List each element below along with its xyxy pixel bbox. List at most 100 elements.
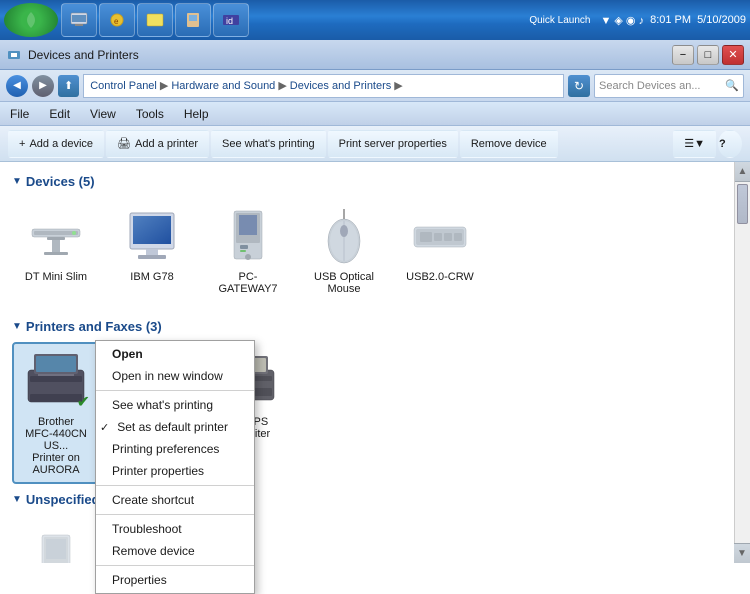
forward-button[interactable]: ▶ [32,75,54,97]
taskbar-btn-5[interactable]: id [213,3,249,37]
svg-text:e: e [114,17,119,26]
device-ibm-g78-icon [116,205,188,269]
printer-brother-label: BrotherMFC-440CN US...Printer onAURORA [20,416,92,476]
taskbar-btn-3[interactable] [137,3,173,37]
device-dt-mini-slim-label: DT Mini Slim [25,271,87,283]
device-usb20-crw-icon [404,205,476,269]
remove-device-button[interactable]: Remove device [460,130,558,158]
device-dt-mini-slim[interactable]: DT Mini Slim [12,197,100,303]
system-tray: ▼ ◈ ◉ ♪ [600,14,644,27]
devices-section-header[interactable]: ▼ Devices (5) [12,174,722,189]
close-button[interactable]: ✕ [722,45,744,65]
menu-view[interactable]: View [86,105,120,123]
ctx-sep-4 [96,565,254,566]
printers-section-label: Printers and Faxes (3) [26,319,162,334]
titlebar: Devices and Printers − □ ✕ [0,40,750,70]
window-title: Devices and Printers [28,48,139,62]
search-box[interactable]: Search Devices an... 🔍 [594,74,744,98]
device-pc-gateway7-label: PC-GATEWAY7 [212,271,284,295]
taskbar: e id Quick Launch ▼ ◈ ◉ ♪ 8:01 PM 5/10/2… [0,0,750,40]
maximize-button[interactable]: □ [697,45,719,65]
unspecified-chevron: ▼ [12,494,22,505]
printing-label: See what's printing [222,138,315,150]
device-usb20-crw-label: USB2.0-CRW [406,271,474,283]
window-icon [6,47,22,63]
add-printer-button[interactable]: 🖨 Add a printer [106,130,209,158]
print-server-properties-button[interactable]: Print server properties [328,130,458,158]
search-placeholder: Search Devices an... [599,80,725,92]
ctx-printer-properties[interactable]: Printer properties [96,460,254,482]
add-printer-label: Add a printer [135,138,198,150]
ctx-set-default[interactable]: Set as default printer [96,416,254,438]
back-button[interactable]: ◀ [6,75,28,97]
taskbar-right: Quick Launch ▼ ◈ ◉ ♪ 8:01 PM 5/10/2009 [529,14,746,27]
menu-help[interactable]: Help [180,105,213,123]
ctx-open-new-window[interactable]: Open in new window [96,365,254,387]
clock: 8:01 PM [650,14,691,26]
sep3: ▶ [394,79,402,92]
ctx-sep-1 [96,390,254,391]
device-ibm-g78[interactable]: IBM G78 [108,197,196,303]
help-button[interactable]: ? [718,130,742,158]
svg-text:id: id [226,16,233,26]
date: 5/10/2009 [697,14,746,26]
taskbar-btn-2[interactable]: e [99,3,135,37]
scrollbar[interactable]: ▲ ▼ [734,162,750,563]
taskbar-btn-4[interactable] [175,3,211,37]
start-button[interactable] [4,3,58,37]
add-device-label: Add a device [29,138,93,150]
sep2: ▶ [278,79,286,92]
unspecified-device[interactable]: Unknown [12,515,100,563]
devices-chevron: ▼ [12,176,22,187]
ctx-troubleshoot[interactable]: Troubleshoot [96,518,254,540]
menu-edit[interactable]: Edit [45,105,74,123]
device-usb-optical-mouse-icon [308,205,380,269]
device-dt-mini-slim-icon [20,205,92,269]
add-printer-icon: 🖨 [117,137,131,150]
add-device-icon: + [19,138,25,150]
window-controls: − □ ✕ [672,45,744,65]
printers-section-header[interactable]: ▼ Printers and Faxes (3) [12,319,722,334]
menu-tools[interactable]: Tools [132,105,168,123]
device-pc-gateway7-icon [212,205,284,269]
context-menu: Open Open in new window See what's print… [95,340,255,594]
server-label: Print server properties [339,138,447,150]
printer-brother-icon: ✔ [20,350,92,414]
address-bar: ◀ ▶ ⬆ Control Panel ▶ Hardware and Sound… [0,70,750,102]
minimize-button[interactable]: − [672,45,694,65]
breadcrumb[interactable]: Control Panel ▶ Hardware and Sound ▶ Dev… [83,74,564,98]
device-usb20-crw[interactable]: USB2.0-CRW [396,197,484,303]
breadcrumb-hardware: Hardware and Sound [171,80,275,92]
printers-chevron: ▼ [12,321,22,332]
ctx-create-shortcut[interactable]: Create shortcut [96,489,254,511]
printer-brother[interactable]: ✔ BrotherMFC-440CN US...Printer onAURORA [12,342,100,484]
devices-grid: DT Mini Slim IBM G78 [12,197,722,303]
taskbar-btn-1[interactable] [61,3,97,37]
ctx-properties[interactable]: Properties [96,569,254,591]
device-ibm-g78-label: IBM G78 [130,271,173,283]
view-options-button[interactable]: ☰▼ [673,130,716,158]
ctx-remove-device[interactable]: Remove device [96,540,254,562]
ctx-printing-preferences[interactable]: Printing preferences [96,438,254,460]
search-icon: 🔍 [725,79,739,92]
add-device-button[interactable]: + Add a device [8,130,104,158]
toolbar: + Add a device 🖨 Add a printer See what'… [0,126,750,162]
see-whats-printing-button[interactable]: See what's printing [211,130,326,158]
ctx-see-whats-printing[interactable]: See what's printing [96,394,254,416]
up-button[interactable]: ⬆ [58,75,79,97]
device-usb-optical-mouse-label: USB OpticalMouse [314,271,374,295]
ctx-open[interactable]: Open [96,343,254,365]
quick-launch-label: Quick Launch [529,15,590,26]
breadcrumb-text: Control Panel [90,80,157,92]
breadcrumb-devices: Devices and Printers [290,80,392,92]
refresh-button[interactable]: ↻ [568,75,590,97]
ctx-sep-3 [96,514,254,515]
device-usb-optical-mouse[interactable]: USB OpticalMouse [300,197,388,303]
ctx-sep-2 [96,485,254,486]
menu-bar: File Edit View Tools Help [0,102,750,126]
unspecified-device-icon [20,523,92,563]
menu-file[interactable]: File [6,105,33,123]
devices-section-label: Devices (5) [26,174,95,189]
device-pc-gateway7[interactable]: PC-GATEWAY7 [204,197,292,303]
sep1: ▶ [160,79,168,92]
